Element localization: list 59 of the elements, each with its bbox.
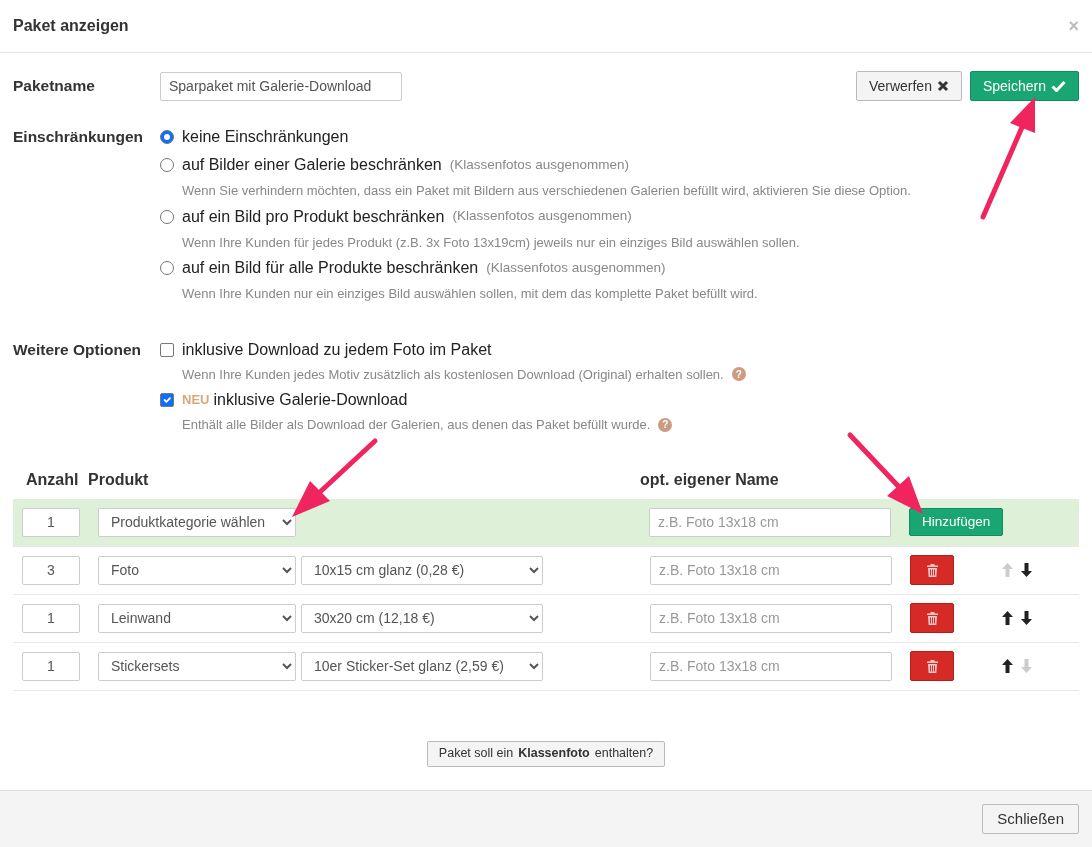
close-icon [936,80,949,92]
radio-button[interactable] [160,261,174,275]
variant-select[interactable]: 30x20 cm (12,18 €) [301,603,543,633]
delete-button[interactable] [910,651,954,681]
option-label: inklusive Download zu jedem Foto im Paket [182,339,492,360]
check-icon [1051,80,1066,92]
name-field[interactable]: z.B. Foto 13x18 cm [650,603,892,633]
column-header: opt. eigener Name [640,469,779,490]
quantity-field[interactable]: 1 [22,507,80,537]
option-note: (Klassenfotos ausgenommen) [452,207,632,226]
name-field[interactable]: z.B. Foto 13x18 cm [650,555,892,585]
option-label: keine Einschränkungen [182,127,349,147]
column-header: Anzahl [26,469,80,490]
checkbox[interactable] [160,342,174,357]
package-name-field[interactable]: Sparpaket mit Galerie-Download [160,71,402,101]
quantity-field[interactable]: 1 [22,603,80,633]
option-hint: Wenn Ihre Kunden nur ein einziges Bild auswählen sollen, mit dem das komplette Paket befüllt wird. [182,285,759,303]
option-note: (Klassenfotos ausgenommen) [449,155,630,174]
option-hint: Wenn Ihre Kunden jedes Motiv zusätzlich als kostenlosen Download (Original) erhalten sollen. [182,365,724,384]
trash-icon [926,659,938,673]
variant-select[interactable]: 10x15 cm glanz (0,28 €) [301,555,543,585]
trash-icon [926,611,938,625]
quantity-field[interactable]: 1 [22,651,80,681]
checkbox[interactable] [160,393,174,407]
name-field[interactable]: z.B. Foto 13x18 cm [650,651,892,681]
product-select[interactable]: Stickersets [98,651,296,681]
option-hint: Wenn Ihre Kunden für jedes Produkt (z.B. 3x Foto 13x19cm) jeweils nur ein einziges Bild auswählen sollen. [182,233,801,252]
radio-button[interactable] [160,158,174,172]
radio-button[interactable] [160,130,174,144]
option-hint: Enthält alle Bilder als Download der Galerien, aus denen das Paket befüllt wurde. [182,416,651,434]
product-select[interactable]: Foto [98,555,296,585]
arrow-up-icon[interactable] [1002,659,1013,673]
option-label: auf ein Bild pro Produkt beschränken [182,206,445,227]
arrow-up-icon[interactable] [1002,611,1013,625]
quantity-field[interactable]: 3 [22,555,80,585]
name-field[interactable]: z.B. Foto 13x18 cm [649,507,891,537]
section-label: Weitere Optionen [13,339,143,360]
class-photo-button[interactable]: Paket soll ein Klassenfoto enthalten? [426,740,666,767]
close-button[interactable]: Schließen [982,804,1079,834]
option-label: auf ein Bild für alle Produkte beschränken [182,258,479,278]
option-hint: Wenn Sie verhindern möchten, dass ein Paket mit Bildern aus verschiedenen Galerien befüllt wird, aktivieren Sie diese Option. [182,182,911,200]
category-select[interactable]: Produktkategorie wählen [98,507,296,537]
delete-button[interactable] [910,603,954,633]
option-label: auf Bilder einer Galerie beschränken [182,155,442,175]
arrow-down-icon[interactable] [1021,563,1032,577]
option-note: (Klassenfotos ausgenommen) [486,258,666,277]
option-label: inklusive Galerie-Download [213,390,408,410]
dialog-title: Paket anzeigen [13,16,129,36]
new-label: NEU [182,391,210,410]
product-select[interactable]: Leinwand [98,603,296,633]
trash-icon [926,563,938,577]
field-label: Paketname [13,76,96,97]
column-header: Produkt [88,469,150,490]
arrow-down-icon[interactable] [1021,611,1032,625]
radio-button[interactable] [160,209,174,224]
delete-button[interactable] [910,555,954,585]
section-label: Einschränkungen [13,127,145,147]
discard-button[interactable]: Verwerfen [855,71,962,101]
variant-select[interactable]: 10er Sticker-Set glanz (2,59 €) [301,651,543,681]
